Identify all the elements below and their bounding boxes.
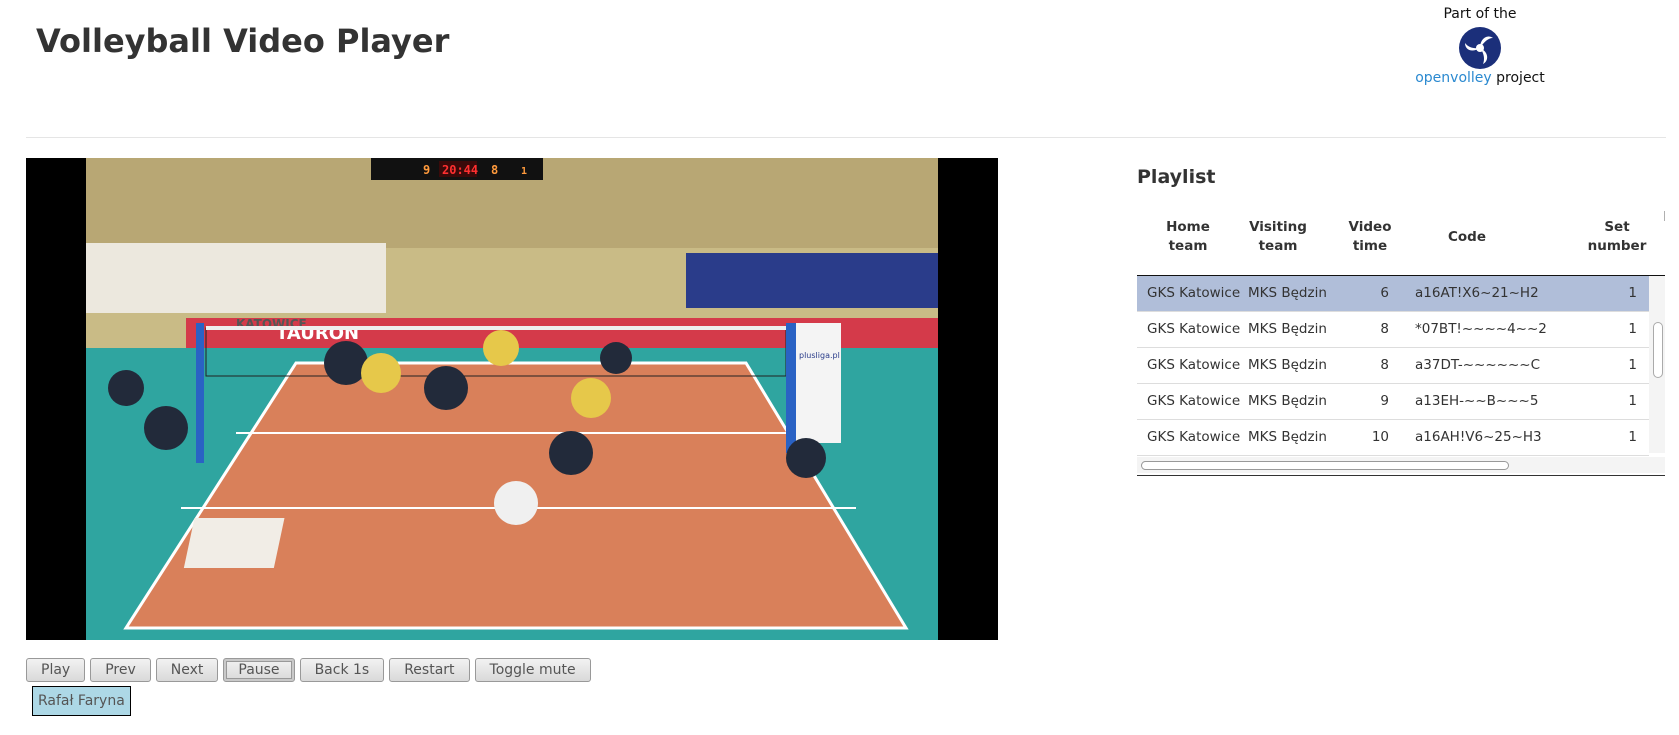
cell-set-number: 1 <box>1628 357 1637 373</box>
playlist-header: Home team Visiting team Video time Code … <box>1137 205 1665 276</box>
cell-video-time: 9 <box>1380 393 1389 409</box>
restart-button[interactable]: Restart <box>389 658 470 682</box>
score-away: 8 <box>491 163 498 177</box>
playlist-row[interactable]: GKS Katowice MKS Będzin 8 a37DT-~~~~~~C … <box>1137 348 1649 384</box>
cell-visiting-team: MKS Będzin <box>1248 393 1327 409</box>
cell-video-time: 10 <box>1371 429 1389 445</box>
playlist-body: GKS Katowice MKS Będzin 6 a16AT!X6~21~H2… <box>1137 276 1649 456</box>
sponsor-wall <box>86 243 386 313</box>
playlist-row[interactable]: GKS Katowice MKS Będzin 9 a13EH-~~B~~~5 … <box>1137 384 1649 420</box>
score-set: 1 <box>521 166 527 177</box>
column-header-set-number[interactable]: Set number <box>1585 218 1649 256</box>
cell-set-number: 1 <box>1628 429 1637 445</box>
next-button[interactable]: Next <box>155 658 219 682</box>
openvolley-logo-icon <box>1459 27 1501 69</box>
openvolley-credit: Part of the openvolley project <box>1380 6 1580 86</box>
cell-set-number: 1 <box>1628 393 1637 409</box>
side-sign-text: plusliga.pl <box>799 351 840 360</box>
spectator-seats <box>686 253 938 308</box>
credit-prefix: Part of the <box>1443 6 1517 22</box>
cell-home-team: GKS Katowice <box>1147 357 1241 373</box>
column-header-next[interactable]: H <box>1659 208 1665 227</box>
cell-video-time: 6 <box>1380 285 1389 301</box>
column-header-video-time[interactable]: Video time <box>1347 218 1393 256</box>
cell-visiting-team: MKS Będzin <box>1248 357 1327 373</box>
playlist-row[interactable]: GKS Katowice MKS Będzin 6 a16AT!X6~21~H2… <box>1137 276 1649 312</box>
net-post-left <box>196 323 204 463</box>
cell-set-number: 1 <box>1628 321 1637 337</box>
video-frame-image: TAURON KATOWICE plusliga.pl 9 20:44 8 1 <box>86 158 938 640</box>
score-home: 9 <box>423 163 430 177</box>
column-header-home-team[interactable]: Home team <box>1157 218 1219 256</box>
vertical-scroll-thumb[interactable] <box>1653 322 1663 378</box>
cell-code: a37DT-~~~~~~C <box>1415 357 1541 373</box>
playlist-row[interactable]: GKS Katowice MKS Będzin 8 *07BT!~~~~4~~2… <box>1137 312 1649 348</box>
cell-visiting-team: MKS Będzin <box>1248 321 1327 337</box>
cell-code: a13EH-~~B~~~5 <box>1415 393 1539 409</box>
cell-video-time: 8 <box>1380 321 1389 337</box>
side-sign <box>796 323 841 443</box>
prev-button[interactable]: Prev <box>90 658 151 682</box>
court-logo <box>183 518 285 568</box>
playlist-row[interactable]: GKS Katowice MKS Będzin 10 a16AH!V6~25~H… <box>1137 420 1649 456</box>
video-player[interactable]: TAURON KATOWICE plusliga.pl 9 20:44 8 1 <box>26 158 998 640</box>
credit-suffix: project <box>1496 70 1545 86</box>
playlist-horizontal-scrollbar[interactable] <box>1137 457 1665 473</box>
video-controls: Play Prev Next Pause Back 1s Restart Tog… <box>26 658 591 682</box>
cell-visiting-team: MKS Będzin <box>1248 285 1327 301</box>
cell-code: a16AH!V6~25~H3 <box>1415 429 1542 445</box>
net-post-right <box>786 323 796 453</box>
cell-home-team: GKS Katowice <box>1147 285 1241 301</box>
cell-home-team: GKS Katowice <box>1147 429 1241 445</box>
cell-home-team: GKS Katowice <box>1147 321 1241 337</box>
player-name-badge[interactable]: Rafał Faryna <box>32 686 131 716</box>
cell-video-time: 8 <box>1380 357 1389 373</box>
cell-code: *07BT!~~~~4~~2 <box>1415 321 1547 337</box>
cell-set-number: 1 <box>1628 285 1637 301</box>
cell-home-team: GKS Katowice <box>1147 393 1241 409</box>
back-1s-button[interactable]: Back 1s <box>299 658 385 682</box>
header-divider <box>26 137 1666 138</box>
pause-button[interactable]: Pause <box>223 658 295 682</box>
credit-line: openvolley project <box>1380 70 1580 86</box>
horizontal-scroll-thumb[interactable] <box>1141 461 1509 470</box>
score-clock: 20:44 <box>442 163 478 177</box>
openvolley-link[interactable]: openvolley <box>1415 70 1491 86</box>
play-button[interactable]: Play <box>26 658 86 682</box>
playlist-title: Playlist <box>1137 166 1216 188</box>
playlist-table: Home team Visiting team Video time Code … <box>1137 205 1665 476</box>
playlist-vertical-scrollbar[interactable] <box>1649 276 1665 453</box>
column-header-visiting-team[interactable]: Visiting team <box>1247 218 1309 256</box>
cell-code: a16AT!X6~21~H2 <box>1415 285 1539 301</box>
cell-visiting-team: MKS Będzin <box>1248 429 1327 445</box>
toggle-mute-button[interactable]: Toggle mute <box>474 658 591 682</box>
app-title: Volleyball Video Player <box>36 22 450 60</box>
column-header-code[interactable]: Code <box>1437 228 1497 247</box>
